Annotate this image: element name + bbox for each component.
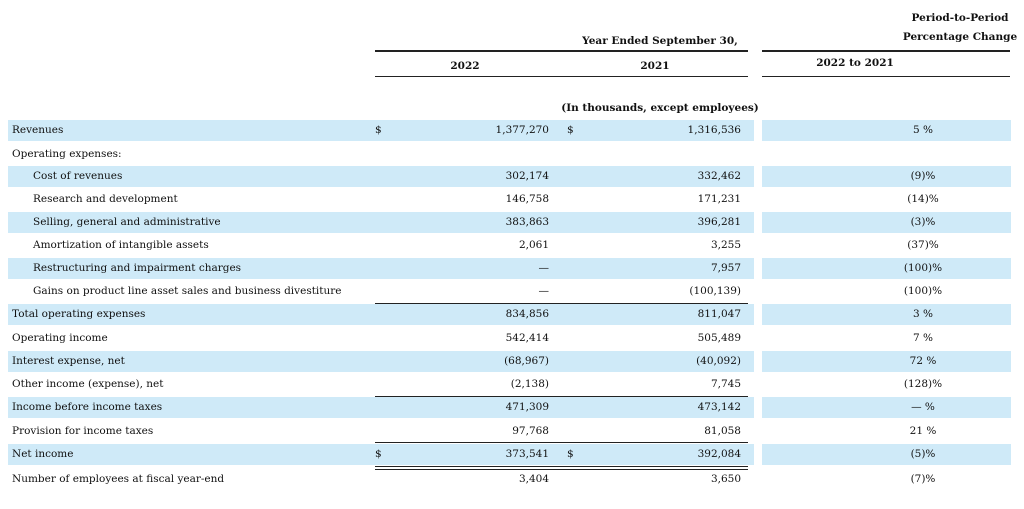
percent-change: 5 % [913,124,933,136]
row-label: Operating income [12,332,108,344]
dollar-sign-2021: $ [567,448,574,460]
value-2021: (100,139) [689,285,741,297]
percent-change: (100)% [903,262,943,274]
units-note: (In thousands, except employees) [561,102,759,114]
rule-above-total-opex [375,303,748,304]
row-label: Number of employees at fiscal year-end [12,473,225,485]
header-underline-change [762,76,1010,77]
period-change-header-line1: Period-to-Period [911,12,1009,24]
row-label: Other income (expense), net [12,378,164,390]
percent-change: (3)% [910,216,936,228]
percent-change: 21 % [909,425,937,437]
value-2021: 332,462 [697,170,741,182]
row-label: Amortization of intangible assets [33,239,209,251]
row-label: Research and development [33,193,178,205]
table-row: Selling, general and administrative 383,8… [8,212,1011,233]
value-2021: 1,316,536 [687,124,741,136]
value-2021: 7,957 [710,262,741,274]
row-label: Interest expense, net [12,355,125,367]
value-2022: 97,768 [512,425,549,437]
value-2021: 811,047 [697,308,741,320]
percent-change: (128)% [903,378,943,390]
table-row: Total operating expenses 834,856 811,047 3 … [8,304,1011,325]
table-row: Income before income taxes 471,309 473,142… [8,397,1011,418]
value-2022: 146,758 [505,193,549,205]
percent-change: (37)% [907,239,939,251]
table-row: Interest expense, net (68,967) (40,092) 72 … [8,351,1011,372]
rule-below-net-income-1 [375,466,748,467]
value-2022: 2,061 [518,239,549,251]
col-header-2021: 2021 [640,60,670,72]
value-2022: (2,138) [510,378,549,390]
rule-above-net-income [375,442,748,443]
value-2021: 7,745 [710,378,741,390]
table-row: Gains on product line asset sales and bu… [8,281,1011,302]
percent-change: (7)% [910,473,936,485]
percent-change: 3 % [913,308,933,320]
table-row: Cost of revenues 302,174 332,462 (9)% [8,166,1011,187]
row-label: Gains on product line asset sales and bu… [33,285,342,297]
value-2022: 542,414 [505,332,549,344]
value-2022: 834,856 [505,308,549,320]
year-ended-header: Year Ended September 30, [582,35,738,47]
value-2022: — [538,262,550,274]
table-row: Number of employees at fiscal year-end 3,… [8,469,1011,490]
value-2021: (40,092) [696,355,741,367]
value-2022: 302,174 [505,170,549,182]
row-label: Total operating expenses [12,308,146,320]
row-label: Revenues [12,124,64,136]
value-2022: 383,863 [505,216,549,228]
header-underline-years [375,76,748,77]
percent-change: 7 % [913,332,933,344]
value-2021: 3,650 [710,473,741,485]
table-row: Research and development 146,758 171,231 (1… [8,189,1011,210]
table-row: Revenues $1,377,270 $1,316,536 5 % [8,120,1011,141]
row-label: Provision for income taxes [12,425,154,437]
value-2021: 81,058 [704,425,741,437]
col-header-2022: 2022 [450,60,480,72]
percent-change: 72 % [909,355,937,367]
table-row: Net income $373,541 $392,084 (5)% [8,444,1011,465]
table-row: Other income (expense), net (2,138) 7,745 (… [8,374,1011,395]
row-label: Cost of revenues [33,170,123,182]
table-row: Provision for income taxes 97,768 81,058 21… [8,421,1011,442]
row-label: Restructuring and impairment charges [33,262,242,274]
value-2021: 473,142 [697,401,741,413]
rule-above-income-before-taxes [375,396,748,397]
dollar-sign-2022: $ [375,448,382,460]
row-label: Net income [12,448,74,460]
row-label: Income before income taxes [12,401,163,413]
value-2021: 3,255 [710,239,741,251]
table-row: Amortization of intangible assets 2,061 3,… [8,235,1011,256]
value-2021: 396,281 [697,216,741,228]
value-2022: 471,309 [505,401,549,413]
table-row: Operating income 542,414 505,489 7 % [8,328,1011,349]
percent-change: (14)% [907,193,939,205]
header-rule-years [375,50,748,52]
value-2022: (68,967) [504,355,549,367]
value-2022: 1,377,270 [495,124,549,136]
table-row: Operating expenses: [8,144,1011,165]
percent-change: (5)% [910,448,936,460]
percent-change: — % [911,401,935,413]
percent-change: (9)% [910,170,936,182]
value-2021: 171,231 [697,193,741,205]
value-2022: — [538,285,550,297]
dollar-sign-2022: $ [375,124,382,136]
row-label: Operating expenses: [12,148,122,160]
table-row: Restructuring and impairment charges — 7,9… [8,258,1011,279]
percent-change: (100)% [903,285,943,297]
value-2021: 392,084 [697,448,741,460]
value-2021: 505,489 [697,332,741,344]
col-header-change: 2022 to 2021 [816,57,894,69]
row-label: Selling, general and administrative [33,216,221,228]
dollar-sign-2021: $ [567,124,574,136]
header-rule-change [762,50,1010,52]
period-change-header-line2: Percentage Change [902,31,1018,43]
value-2022: 373,541 [505,448,549,460]
value-2022: 3,404 [518,473,549,485]
rule-below-net-income-2 [375,469,748,470]
